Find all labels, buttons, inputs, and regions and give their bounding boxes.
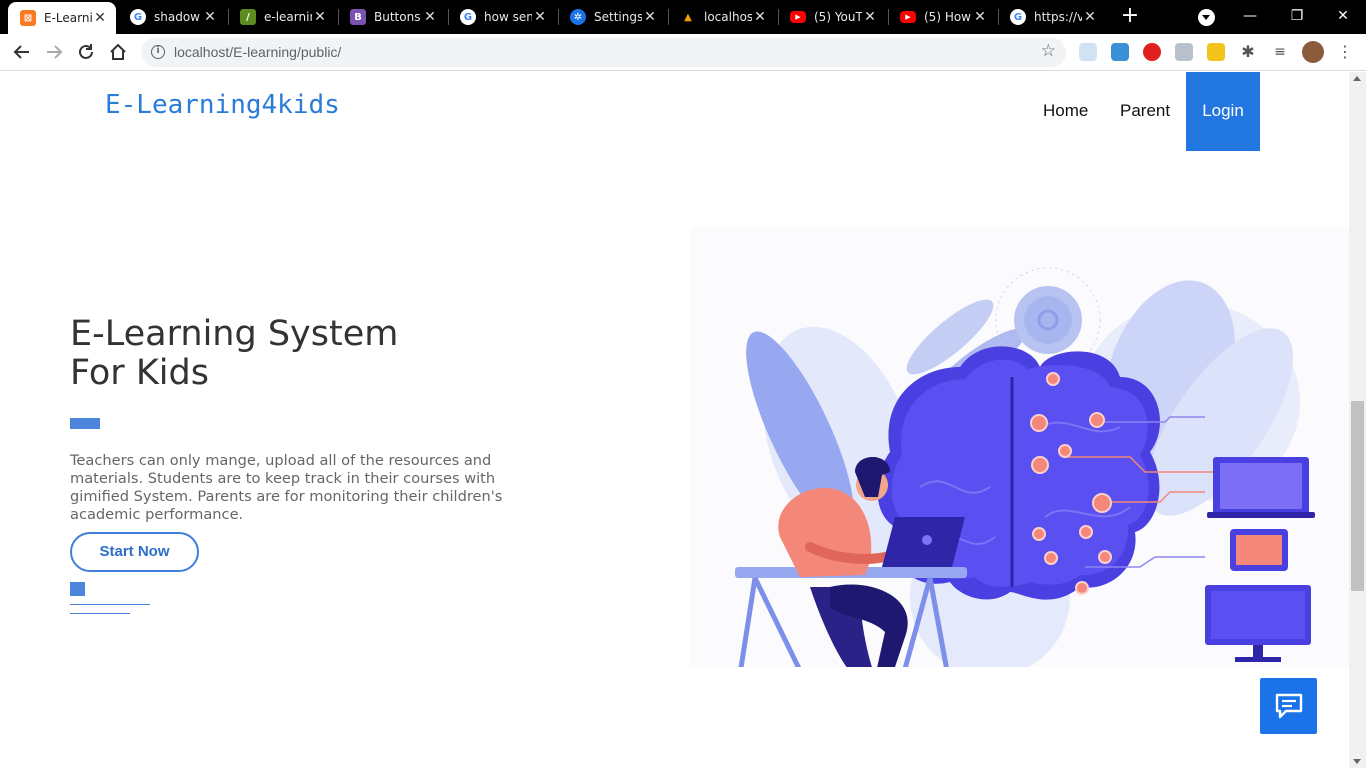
close-icon[interactable]: ✕ (642, 9, 658, 25)
gear-icon: ✲ (570, 9, 586, 25)
nav-parent[interactable]: Parent (1120, 101, 1170, 121)
decorative-square (70, 582, 85, 596)
minimize-icon[interactable]: — (1235, 6, 1265, 26)
home-icon (110, 43, 126, 60)
page-scrollbar[interactable] (1349, 72, 1366, 768)
close-icon[interactable]: ✕ (862, 9, 878, 25)
web-page: E-Learning4kids Home Parent Login E-Lear… (0, 72, 1349, 768)
tab-settings[interactable]: ✲ Settings ✕ (558, 0, 666, 34)
start-now-button[interactable]: Start Now (70, 532, 199, 572)
url-text[interactable]: localhost/E-learning/public/ (174, 44, 341, 60)
decorative-line (70, 613, 130, 614)
tab-e-learning[interactable]: ⊠ E-Learnin ✕ (8, 2, 116, 34)
chat-button[interactable] (1260, 678, 1317, 734)
scroll-down-icon[interactable] (1353, 759, 1361, 764)
tab-how-send[interactable]: G how sen ✕ (448, 0, 556, 34)
close-icon[interactable]: ✕ (92, 10, 108, 26)
google-icon: G (460, 9, 476, 25)
chat-icon (1275, 693, 1302, 719)
decorative-line (70, 604, 150, 605)
home-button[interactable] (106, 40, 130, 64)
nav-home[interactable]: Home (1043, 101, 1088, 121)
nav-login-button[interactable]: Login (1186, 72, 1260, 151)
hero-title: E-Learning System For Kids (70, 315, 490, 393)
close-icon[interactable]: ✕ (752, 9, 768, 25)
restore-icon[interactable]: ❐ (1282, 6, 1312, 26)
tab-youtube-2[interactable]: ▶ (5) How ✕ (888, 0, 996, 34)
close-icon[interactable]: ✕ (532, 9, 548, 25)
close-icon[interactable]: ✕ (202, 9, 218, 25)
youtube-icon: ▶ (900, 11, 916, 23)
bookmark-star-icon[interactable]: ☆ (1041, 41, 1056, 61)
browser-tab-bar: ⊠ E-Learnin ✕ G shadow l ✕ / e-learnin ✕… (0, 0, 1366, 34)
leaf-icon: / (240, 9, 256, 25)
menu-dots-icon[interactable]: ⋮ (1336, 43, 1354, 61)
extension-icon-4[interactable] (1175, 43, 1193, 61)
tab-youtube-1[interactable]: ▶ (5) YouTu ✕ (778, 0, 886, 34)
phpmyadmin-icon: ▲ (680, 9, 696, 25)
forward-arrow-icon (47, 45, 63, 59)
reload-button[interactable] (74, 40, 98, 64)
media-icon[interactable]: ≡ (1271, 43, 1289, 61)
google-icon: G (130, 9, 146, 25)
close-icon[interactable]: ✕ (312, 9, 328, 25)
back-arrow-icon (13, 45, 29, 59)
puzzle-icon[interactable]: ✱ (1239, 43, 1257, 61)
extension-icon-1[interactable] (1079, 43, 1097, 61)
youtube-icon: ▶ (790, 11, 806, 23)
hero-title-line2: For Kids (70, 353, 209, 393)
site-brand[interactable]: E-Learning4kids (105, 90, 340, 120)
close-icon[interactable]: ✕ (972, 9, 988, 25)
address-bar[interactable]: i localhost/E-learning/public/ ☆ (141, 38, 1066, 67)
tab-e-learning-2[interactable]: / e-learnin ✕ (228, 0, 336, 34)
extension-icon-2[interactable] (1111, 43, 1129, 61)
site-info-icon[interactable]: i (151, 45, 165, 59)
scrollbar-thumb[interactable] (1351, 401, 1364, 591)
reload-icon (79, 44, 93, 59)
xampp-icon: ⊠ (20, 10, 36, 26)
back-button[interactable] (10, 40, 34, 64)
tab-https[interactable]: G https://v ✕ (998, 0, 1106, 34)
tab-search-icon[interactable] (1198, 9, 1215, 26)
tab-shadow[interactable]: G shadow l ✕ (118, 0, 226, 34)
browser-toolbar: i localhost/E-learning/public/ ☆ ✱ ≡ ⋮ (0, 34, 1366, 71)
window-close-icon[interactable]: ✕ (1328, 6, 1358, 26)
tab-localhost[interactable]: ▲ localhost ✕ (668, 0, 776, 34)
accent-bar (70, 418, 100, 429)
google-icon: G (1010, 9, 1026, 25)
forward-button[interactable] (42, 40, 66, 64)
extension-icon-3[interactable] (1143, 43, 1161, 61)
tab-buttons[interactable]: B Buttons ✕ (338, 0, 446, 34)
hero-title-line1: E-Learning System (70, 314, 399, 354)
scroll-up-icon[interactable] (1353, 76, 1361, 81)
new-tab-button[interactable]: + (1118, 5, 1142, 29)
hero-description: Teachers can only mange, upload all of t… (70, 452, 503, 523)
hero-illustration (690, 227, 1349, 667)
bootstrap-icon: B (350, 9, 366, 25)
close-icon[interactable]: ✕ (1082, 9, 1098, 25)
avatar[interactable] (1302, 41, 1324, 63)
close-icon[interactable]: ✕ (422, 9, 438, 25)
extension-icon-5[interactable] (1207, 43, 1225, 61)
